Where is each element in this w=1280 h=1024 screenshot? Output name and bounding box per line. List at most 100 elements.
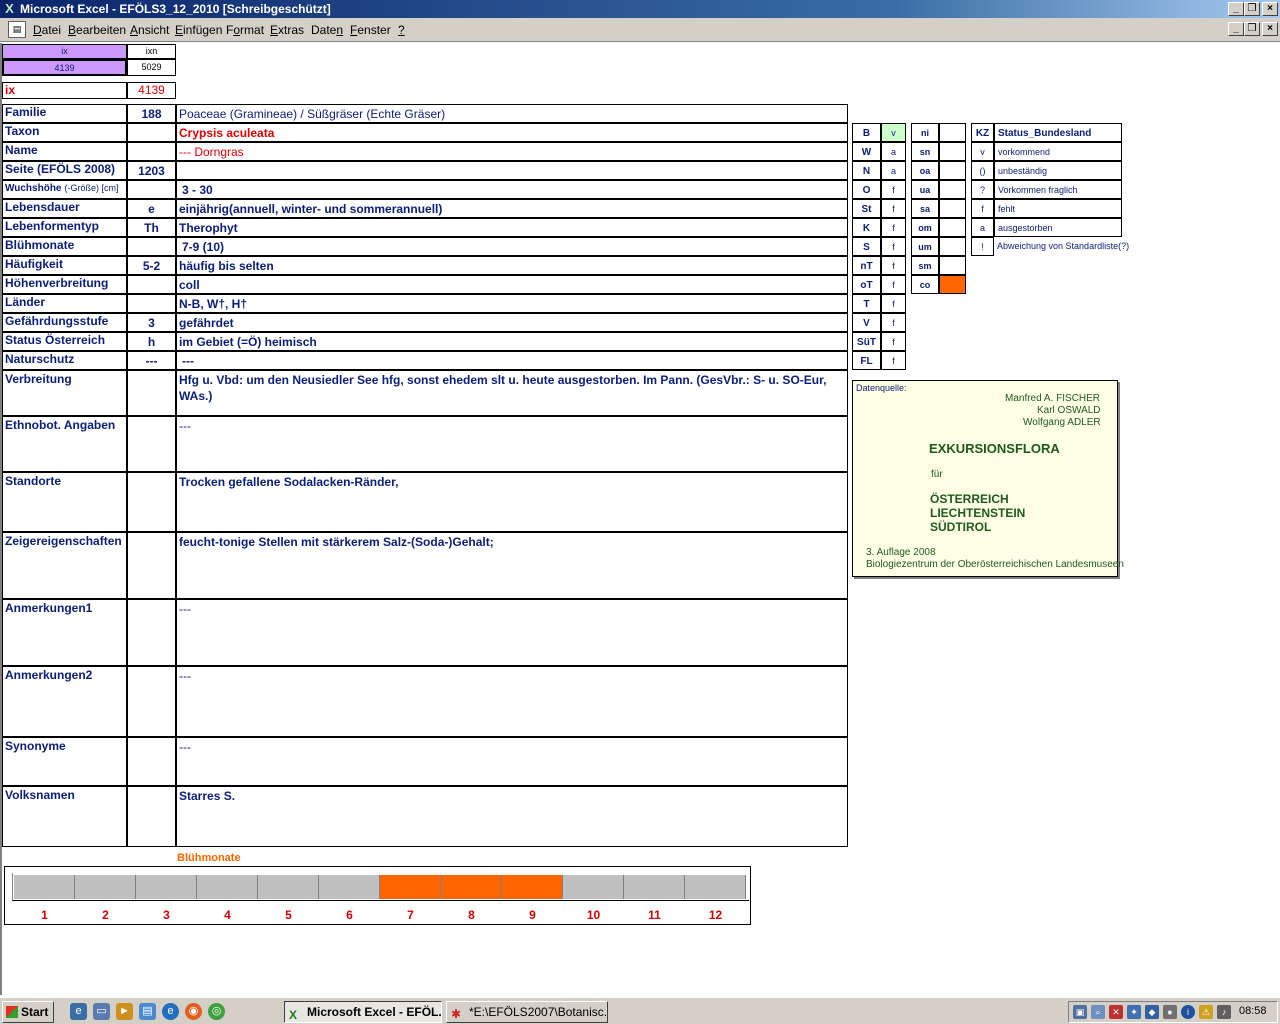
bloom-month-bar-5[interactable]	[258, 875, 319, 899]
tall-field-value-2[interactable]: Trocken gefallene Sodalacken-Ränder,	[176, 472, 848, 532]
bloom-month-bar-4[interactable]	[197, 875, 258, 899]
ix-label-cell[interactable]: ix	[2, 82, 127, 99]
field-value-10[interactable]: N-B, W†, H†	[176, 294, 848, 313]
bloom-month-bar-8[interactable]	[441, 875, 502, 899]
desktop-quicklaunch-icon[interactable]: ▭	[93, 1003, 110, 1020]
state-value-3[interactable]: f	[881, 180, 906, 199]
workbook-icon[interactable]: ▤	[8, 21, 26, 38]
field-value-2[interactable]: --- Dorngras	[176, 142, 848, 161]
doc-restore-icon[interactable]: ❐	[1244, 22, 1260, 36]
tall-field-code-7[interactable]	[127, 786, 176, 847]
field-code-4[interactable]	[127, 180, 176, 199]
state-value-10[interactable]: f	[881, 313, 906, 332]
tall-field-code-0[interactable]	[127, 370, 176, 416]
shield-tray-icon[interactable]: ◆	[1145, 1005, 1159, 1019]
state-value-11[interactable]: f	[881, 332, 906, 351]
field-value-0[interactable]: Poaceae (Gramineae) / Süßgräser (Echte G…	[176, 104, 848, 123]
field-code-0[interactable]: 188	[127, 104, 176, 123]
excel-app-icon[interactable]: X	[2, 1, 17, 16]
tall-field-value-3[interactable]: feucht-tonige Stellen mit stärkerem Salz…	[176, 532, 848, 599]
menu-item-2[interactable]: Ansicht	[130, 23, 169, 37]
bloom-month-bar-12[interactable]	[685, 875, 746, 899]
altitude-value-5[interactable]	[939, 218, 966, 237]
menu-item-4[interactable]: Format	[226, 23, 264, 37]
data-source-box[interactable]: Datenquelle: Manfred A. FISCHER Karl OSW…	[852, 380, 1124, 577]
state-value-5[interactable]: f	[881, 218, 906, 237]
menu-item-3[interactable]: Einfügen	[175, 23, 222, 37]
settings-tray-icon[interactable]: ●	[1163, 1005, 1177, 1019]
field-code-1[interactable]	[127, 123, 176, 142]
security-tray-icon[interactable]: ⚠	[1199, 1005, 1213, 1019]
state-value-12[interactable]: f	[881, 351, 906, 370]
bloom-month-bar-10[interactable]	[563, 875, 624, 899]
taskbar-excel-button[interactable]: X Microsoft Excel - EFÖL...	[284, 1001, 442, 1023]
info-tray-icon[interactable]: i	[1181, 1005, 1195, 1019]
close-icon[interactable]: ×	[1262, 2, 1278, 16]
field-code-6[interactable]: Th	[127, 218, 176, 237]
field-code-11[interactable]: 3	[127, 313, 176, 332]
network-tray-icon[interactable]: ▣	[1073, 1005, 1087, 1019]
field-value-7[interactable]: 7-9 (10)	[176, 237, 848, 256]
media-quicklaunch-icon[interactable]: ►	[116, 1003, 133, 1020]
search-tray-icon[interactable]: ⌕	[1091, 1005, 1105, 1019]
field-value-5[interactable]: einjährig(annuell, winter- und sommerann…	[176, 199, 848, 218]
ixn-value-cell[interactable]: 5029	[127, 59, 176, 76]
ie-quicklaunch-icon[interactable]: e	[70, 1003, 87, 1020]
tall-field-code-1[interactable]	[127, 416, 176, 472]
altitude-value-1[interactable]	[939, 142, 966, 161]
window-title-bar[interactable]: X Microsoft Excel - EFÖLS3_12_2010 [Schr…	[0, 0, 1280, 18]
ixn-header-cell[interactable]: ixn	[127, 44, 176, 59]
tall-field-code-3[interactable]	[127, 532, 176, 599]
field-value-3[interactable]	[176, 161, 848, 180]
bloom-month-bar-9[interactable]	[502, 875, 563, 899]
explorer-quicklaunch-icon[interactable]: ▤	[139, 1003, 156, 1020]
tall-field-code-5[interactable]	[127, 666, 176, 737]
doc-close-icon[interactable]: ×	[1262, 22, 1278, 36]
field-code-3[interactable]: 1203	[127, 161, 176, 180]
device-tray-icon[interactable]: ✦	[1127, 1005, 1141, 1019]
tall-field-code-4[interactable]	[127, 599, 176, 666]
field-code-12[interactable]: h	[127, 332, 176, 351]
tall-field-value-7[interactable]: Starres S.	[176, 786, 848, 847]
state-value-0[interactable]: v	[881, 123, 906, 142]
altitude-value-2[interactable]	[939, 161, 966, 180]
field-code-9[interactable]	[127, 275, 176, 294]
field-value-8[interactable]: häufig bis selten	[176, 256, 848, 275]
start-button[interactable]: Start	[2, 1001, 54, 1023]
browser-quicklaunch-icon[interactable]: e	[162, 1003, 179, 1020]
field-code-8[interactable]: 5-2	[127, 256, 176, 275]
tall-field-value-4[interactable]: ---	[176, 599, 848, 666]
taskbar-explorer-button[interactable]: ✱ *E:\EFÖLS2007\Botanisc...	[446, 1001, 608, 1023]
field-value-6[interactable]: Therophyt	[176, 218, 848, 237]
chrome-quicklaunch-icon[interactable]: ◎	[208, 1003, 225, 1020]
bloom-month-bar-6[interactable]	[319, 875, 380, 899]
firefox-quicklaunch-icon[interactable]: ◉	[185, 1003, 202, 1020]
state-value-7[interactable]: f	[881, 256, 906, 275]
field-value-9[interactable]: coll	[176, 275, 848, 294]
altitude-value-7[interactable]	[939, 256, 966, 275]
bloom-month-bar-7[interactable]	[380, 875, 441, 899]
state-value-6[interactable]: f	[881, 237, 906, 256]
menu-item-8[interactable]: ?	[398, 23, 405, 37]
menu-item-1[interactable]: Bearbeiten	[68, 23, 126, 37]
field-value-11[interactable]: gefährdet	[176, 313, 848, 332]
altitude-value-8[interactable]: c	[939, 275, 966, 294]
menu-item-0[interactable]: Datei	[33, 23, 61, 37]
field-value-4[interactable]: 3 - 30	[176, 180, 848, 199]
field-value-1[interactable]: Crypsis aculeata	[176, 123, 848, 142]
field-value-12[interactable]: im Gebiet (=Ö) heimisch	[176, 332, 848, 351]
bloom-month-bar-2[interactable]	[75, 875, 136, 899]
field-code-7[interactable]	[127, 237, 176, 256]
tall-field-value-5[interactable]: ---	[176, 666, 848, 737]
altitude-value-6[interactable]	[939, 237, 966, 256]
altitude-value-3[interactable]	[939, 180, 966, 199]
state-value-9[interactable]: f	[881, 294, 906, 313]
bloom-month-bar-1[interactable]	[14, 875, 75, 899]
altitude-value-0[interactable]	[939, 123, 966, 142]
field-value-13[interactable]: ---	[176, 351, 848, 370]
altitude-value-4[interactable]	[939, 199, 966, 218]
volume-tray-icon[interactable]: ♪	[1217, 1005, 1231, 1019]
ix-big-value-cell[interactable]: 4139	[127, 82, 176, 99]
state-value-2[interactable]: a	[881, 161, 906, 180]
field-code-2[interactable]	[127, 142, 176, 161]
